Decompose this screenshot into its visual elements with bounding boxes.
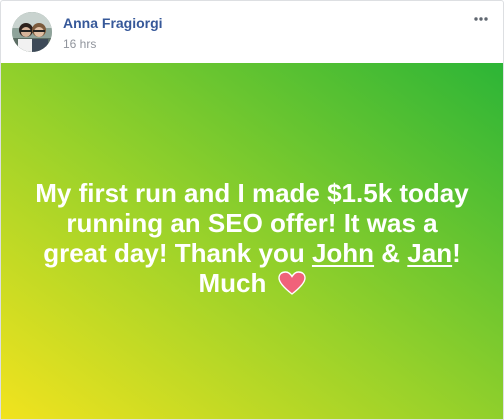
post-header: Anna Fragiorgi 16 hrs [1, 1, 503, 63]
mention-john[interactable]: John [312, 238, 374, 268]
avatar-photo [12, 12, 52, 52]
heart-icon [277, 271, 306, 295]
mention-jan[interactable]: Jan [407, 238, 452, 268]
facebook-post: Anna Fragiorgi 16 hrs My first run and I… [0, 0, 504, 420]
post-text: My first run and I made $1.5k today runn… [32, 178, 472, 298]
post-text-joiner: & [374, 238, 408, 268]
post-timestamp[interactable]: 16 hrs [63, 37, 96, 51]
colored-background-post: My first run and I made $1.5k today runn… [1, 63, 503, 419]
more-options-icon[interactable] [471, 13, 491, 25]
author-avatar[interactable] [12, 12, 52, 52]
author-name[interactable]: Anna Fragiorgi [63, 15, 163, 31]
